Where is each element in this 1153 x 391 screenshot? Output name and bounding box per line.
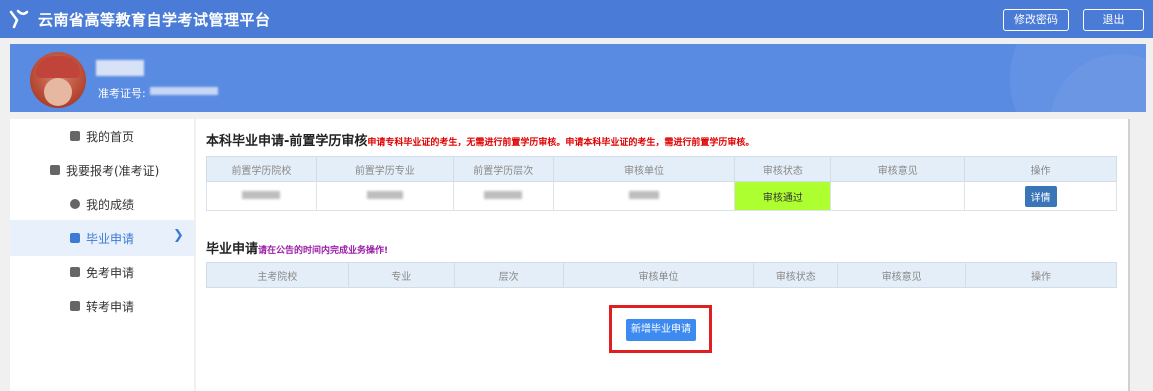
change-password-button[interactable]: 修改密码 bbox=[1003, 9, 1069, 31]
table-cell-redacted bbox=[206, 181, 317, 211]
sidebar-item-label: 免考申请 bbox=[86, 266, 135, 280]
profile-banner: 准考证号: bbox=[10, 44, 1146, 112]
ticket-number-label: 准考证号: bbox=[98, 87, 146, 100]
sidebar-item-label: 转考申请 bbox=[86, 300, 135, 314]
column-header: 审核单位 bbox=[552, 156, 736, 182]
graduation-table: 主考院校 专业 层次 审核单位 审核状态 审核意见 操作 bbox=[206, 262, 1117, 288]
avatar-face bbox=[44, 78, 72, 106]
sidebar-item-label: 我的首页 bbox=[86, 130, 135, 144]
sidebar: 我的首页 我要报考(准考证) 我的成绩 毕业申请 ❯ 免考申请 转考申请 bbox=[10, 119, 194, 391]
ticket-number-redacted bbox=[150, 87, 218, 95]
column-header: 审核意见 bbox=[830, 156, 966, 182]
logo-icon bbox=[9, 9, 29, 29]
table-row: 审核通过 详情 bbox=[206, 181, 1117, 211]
transfer-icon bbox=[70, 301, 80, 311]
form-icon bbox=[70, 267, 80, 277]
section-note: 申请专科毕业证的考生，无需进行前置学历审核。申请本科毕业证的考生，需进行前置学历… bbox=[367, 138, 755, 148]
student-name-redacted bbox=[96, 60, 144, 76]
sidebar-item-transfer[interactable]: 转考申请 bbox=[10, 289, 194, 323]
sidebar-item-register[interactable]: 我要报考(准考证) bbox=[10, 153, 194, 187]
table-cell-redacted bbox=[452, 181, 554, 211]
column-header: 前置学历层次 bbox=[452, 156, 554, 182]
top-bar: 云南省高等教育自学考试管理平台 修改密码 退出 bbox=[0, 0, 1153, 38]
logout-button[interactable]: 退出 bbox=[1083, 9, 1144, 31]
detail-button[interactable]: 详情 bbox=[1024, 185, 1057, 207]
column-header: 审核单位 bbox=[562, 262, 755, 288]
sidebar-item-home[interactable]: 我的首页 bbox=[10, 119, 194, 153]
table-cell-action: 详情 bbox=[964, 181, 1117, 211]
card-icon bbox=[50, 165, 60, 175]
table-cell-redacted bbox=[552, 181, 736, 211]
section-note: 请在公告的时间内完成业务操作! bbox=[258, 246, 389, 256]
table-header-row: 前置学历院校 前置学历专业 前置学历层次 审核单位 审核状态 审核意见 操作 bbox=[206, 156, 1117, 182]
section-title-graduation: 毕业申请请在公告的时间内完成业务操作! bbox=[206, 238, 388, 257]
highlight-box: 新增毕业申请 bbox=[609, 305, 712, 353]
add-graduation-application-button[interactable]: 新增毕业申请 bbox=[626, 319, 696, 341]
graduation-icon bbox=[70, 233, 80, 243]
column-header: 操作 bbox=[964, 156, 1117, 182]
avatar-cap bbox=[36, 56, 80, 78]
sidebar-item-scores[interactable]: 我的成绩 bbox=[10, 187, 194, 221]
column-header: 操作 bbox=[965, 262, 1117, 288]
sidebar-item-label: 我要报考(准考证) bbox=[66, 164, 160, 178]
status-badge: 审核通过 bbox=[734, 181, 832, 211]
column-header: 专业 bbox=[347, 262, 455, 288]
section-title-prior-education: 本科毕业申请-前置学历审核申请专科毕业证的考生，无需进行前置学历审核。申请本科毕… bbox=[206, 130, 754, 149]
user-icon bbox=[70, 199, 80, 209]
prior-education-table: 前置学历院校 前置学历专业 前置学历层次 审核单位 审核状态 审核意见 操作 审… bbox=[206, 156, 1117, 211]
column-header: 层次 bbox=[453, 262, 564, 288]
column-header: 前置学历院校 bbox=[206, 156, 317, 182]
sidebar-item-label: 我的成绩 bbox=[86, 198, 135, 212]
column-header: 审核状态 bbox=[753, 262, 839, 288]
table-cell-redacted bbox=[315, 181, 454, 211]
main-content: 本科毕业申请-前置学历审核申请专科毕业证的考生，无需进行前置学历审核。申请本科毕… bbox=[196, 119, 1130, 391]
home-icon bbox=[70, 131, 80, 141]
column-header: 审核意见 bbox=[837, 262, 967, 288]
chevron-right-icon: ❯ bbox=[173, 228, 184, 243]
column-header: 主考院校 bbox=[206, 262, 349, 288]
site-title: 云南省高等教育自学考试管理平台 bbox=[38, 11, 271, 29]
table-header-row: 主考院校 专业 层次 审核单位 审核状态 审核意见 操作 bbox=[206, 262, 1117, 288]
avatar bbox=[30, 52, 86, 108]
sidebar-item-label: 毕业申请 bbox=[86, 232, 135, 246]
section-title-text: 毕业申请 bbox=[206, 242, 259, 257]
column-header: 前置学历专业 bbox=[315, 156, 454, 182]
sidebar-item-graduation[interactable]: 毕业申请 ❯ bbox=[10, 220, 194, 256]
sidebar-item-exemption[interactable]: 免考申请 bbox=[10, 255, 194, 289]
table-cell-opinion bbox=[830, 181, 966, 211]
column-header: 审核状态 bbox=[734, 156, 832, 182]
section-title-text: 本科毕业申请-前置学历审核 bbox=[206, 134, 368, 149]
